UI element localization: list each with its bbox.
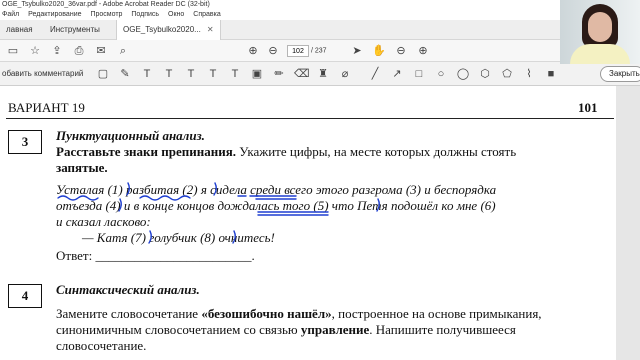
presenter-body (570, 44, 630, 64)
task-text: синонимичным словосочетанием со связью (56, 322, 301, 337)
window-title: OGE_Tsybulko2020_36var.pdf - Adobe Acrob… (2, 1, 210, 8)
save-icon[interactable]: ▭ (6, 44, 20, 58)
menu-view[interactable]: Просмотр (90, 11, 122, 18)
pdf-page: ВАРИАНТ 19 101 3 Пунктуационный анализ. … (0, 86, 616, 360)
task-text-bold: управление (300, 322, 370, 337)
vertical-scrollbar[interactable] (616, 86, 640, 360)
ink-double-underline (255, 195, 297, 200)
hand-tool-icon[interactable]: ✋ (372, 44, 386, 58)
oval-tool-icon[interactable]: ○ (434, 67, 448, 81)
color-swatch-icon[interactable]: ■ (544, 67, 558, 81)
main-toolbar: ▭ ☆ ⇪ ⎙ ✉ ⌕ ⊕ ⊖ / 237 ➤ ✋ ⊖ ⊕ (0, 40, 640, 62)
insert-text-icon[interactable]: T (206, 67, 220, 81)
zoom-in-icon[interactable]: ⊕ (416, 44, 430, 58)
close-tab-icon[interactable]: ✕ (207, 25, 214, 34)
text-box-icon[interactable]: ▣ (250, 67, 264, 81)
ink-comma-mark (118, 198, 122, 212)
menu-bar: Файл Редактирование Просмотр Подпись Окн… (0, 10, 640, 20)
tab-bar: лавная Инструменты OGE_Tsybulko2020... ✕ (0, 20, 640, 40)
tab-home[interactable]: лавная (0, 20, 39, 40)
sticky-note-icon[interactable]: ▢ (96, 67, 110, 81)
tab-tools[interactable]: Инструменты (44, 20, 106, 40)
close-comment-toolbar-button[interactable]: Закрыть (600, 66, 640, 82)
rectangle-tool-icon[interactable]: □ (412, 67, 426, 81)
webcam-overlay (560, 0, 640, 64)
attach-icon[interactable]: ⌀ (338, 67, 352, 81)
task-number-box: 4 (8, 284, 42, 308)
line-tool-icon[interactable]: ╱ (368, 67, 382, 81)
mail-icon[interactable]: ✉ (94, 44, 108, 58)
arrow-tool-icon[interactable]: ↗ (390, 67, 404, 81)
task-text-line: словосочетание. (56, 338, 147, 353)
document-viewport[interactable]: ВАРИАНТ 19 101 3 Пунктуационный анализ. … (0, 86, 640, 360)
ink-wave-underline (139, 195, 191, 201)
page-up-icon[interactable]: ⊕ (246, 44, 260, 58)
ink-double-underline (257, 211, 329, 216)
task-text-line: синонимичным словосочетанием со связью у… (56, 322, 516, 338)
polygon-tool-icon[interactable]: ⬠ (500, 67, 514, 81)
select-cursor-icon[interactable]: ➤ (350, 44, 364, 58)
task-text-line: Замените словосочетание «безошибочно наш… (56, 306, 542, 322)
window-title-bar: OGE_Tsybulko2020_36var.pdf - Adobe Acrob… (0, 0, 640, 10)
task-text: Замените словосочетание (56, 306, 202, 321)
pencil-draw-icon[interactable]: ✏ (272, 67, 286, 81)
hexagon-tool-icon[interactable]: ⬡ (478, 67, 492, 81)
add-comment-label[interactable]: обавить комментарий (2, 62, 83, 86)
underline-icon[interactable]: T (140, 67, 154, 81)
task-text: , построенное на основе примыкания, (331, 306, 542, 321)
ink-comma-mark (232, 230, 236, 244)
menu-window[interactable]: Окно (168, 11, 184, 18)
ink-wave-underline (57, 195, 99, 201)
menu-file[interactable]: Файл (2, 11, 19, 18)
bookmark-star-icon[interactable]: ☆ (28, 44, 42, 58)
tab-document-label: OGE_Tsybulko2020... (123, 25, 201, 34)
page-total: / 237 (310, 47, 327, 55)
page-number-input[interactable] (287, 45, 309, 57)
eraser-icon[interactable]: ⌫ (294, 67, 310, 81)
tab-document[interactable]: OGE_Tsybulko2020... ✕ (116, 20, 221, 40)
task-text: . Напишите получившееся (369, 322, 516, 337)
strikethrough-icon[interactable]: T (162, 67, 176, 81)
search-icon[interactable]: ⌕ (116, 44, 130, 58)
ink-comma-mark (213, 182, 217, 196)
page-navigator: / 237 (287, 45, 327, 57)
add-text-icon[interactable]: T (228, 67, 242, 81)
ink-comma-mark (148, 230, 152, 244)
share-icon[interactable]: ⇪ (50, 44, 64, 58)
ink-comma-mark (126, 182, 130, 196)
cloud-tool-icon[interactable]: ◯ (456, 67, 470, 81)
presenter-face (588, 12, 612, 42)
print-icon[interactable]: ⎙ (72, 44, 86, 58)
replace-text-icon[interactable]: T (184, 67, 198, 81)
highlight-pen-icon[interactable]: ✎ (118, 67, 132, 81)
menu-sign[interactable]: Подпись (131, 11, 159, 18)
menu-help[interactable]: Справка (193, 11, 220, 18)
stamp-icon[interactable]: ♜ (316, 67, 330, 81)
ink-comma-mark (376, 198, 380, 212)
polyline-tool-icon[interactable]: ⌇ (522, 67, 536, 81)
task-title: Синтаксический анализ. (56, 282, 200, 297)
task-text-bold: «безошибочно нашёл» (201, 306, 332, 321)
comment-toolbar: обавить комментарий ▢ ✎ T T T T T ▣ ✏ ⌫ … (0, 62, 640, 86)
page-down-icon[interactable]: ⊖ (266, 44, 280, 58)
menu-edit[interactable]: Редактирование (28, 11, 81, 18)
zoom-out-icon[interactable]: ⊖ (394, 44, 408, 58)
